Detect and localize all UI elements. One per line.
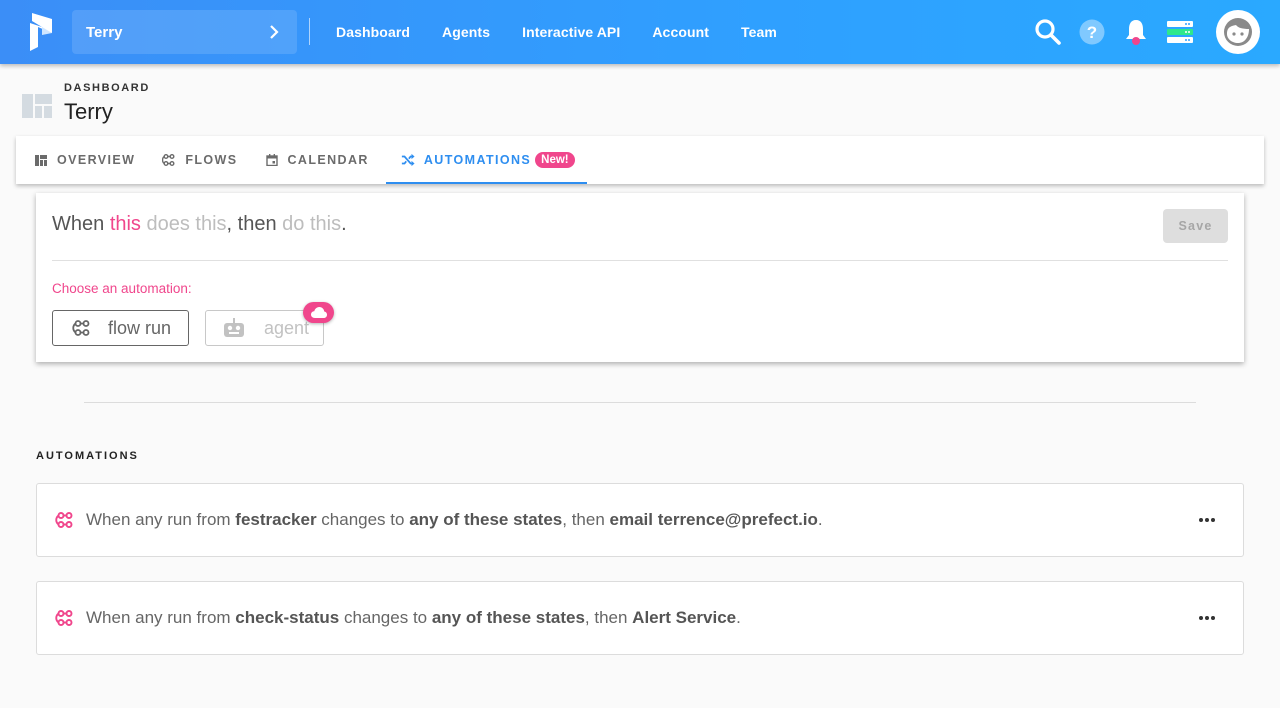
svg-text:?: ?	[1087, 23, 1097, 42]
tab-label: AUTOMATIONS	[423, 153, 532, 167]
states: any of these states	[431, 608, 585, 627]
robot-icon	[224, 318, 244, 337]
flow-icon	[72, 320, 90, 336]
dashboard-tabs: OVERVIEW FLOWS CALENDAR AUTOMATIONS New!	[16, 136, 1264, 184]
sentence-when: When	[52, 213, 110, 235]
text: , then	[562, 510, 610, 529]
search-icon	[1035, 19, 1061, 45]
new-badge: New!	[535, 152, 575, 168]
tab-flows[interactable]: FLOWS	[152, 136, 254, 184]
help-button[interactable]: ?	[1070, 10, 1114, 54]
sentence-period: .	[341, 213, 347, 235]
cloud-only-badge	[303, 302, 334, 323]
save-button[interactable]: Save	[1163, 209, 1228, 243]
tab-overview[interactable]: OVERVIEW	[24, 136, 152, 184]
breadcrumb: DASHBOARD	[64, 82, 150, 94]
notifications-button[interactable]	[1114, 10, 1158, 54]
action: Alert Service	[632, 608, 737, 627]
team-switcher[interactable]: Terry	[72, 10, 297, 54]
dashboard-icon	[22, 94, 52, 118]
sentence-then: , then	[226, 213, 283, 235]
option-label: flow run	[108, 317, 172, 338]
automation-builder-card: When this does this, then do this. Save …	[36, 193, 1244, 362]
team-name: Terry	[86, 23, 123, 41]
notifications-bell-icon	[1126, 20, 1146, 45]
action: email terrence@prefect.io	[609, 510, 818, 529]
sentence-action: do this	[282, 213, 342, 235]
flows-icon	[162, 153, 176, 167]
option-label: agent	[264, 317, 310, 338]
text: .	[736, 608, 741, 627]
nav-divider	[309, 18, 310, 45]
automation-description: When any run from check-status changes t…	[86, 608, 741, 628]
flow-name: check-status	[235, 608, 340, 627]
nav-interactive-api[interactable]: Interactive API	[506, 24, 636, 40]
top-app-bar: Terry Dashboard Agents Interactive API A…	[0, 0, 1280, 64]
help-icon: ?	[1079, 19, 1105, 45]
more-horizontal-icon	[1199, 616, 1215, 620]
more-options-button[interactable]	[1197, 608, 1217, 628]
more-horizontal-icon	[1199, 518, 1215, 522]
choose-automation-label: Choose an automation:	[52, 281, 192, 296]
calendar-icon	[265, 153, 279, 167]
server-status-icon	[1167, 21, 1193, 43]
tab-calendar[interactable]: CALENDAR	[255, 136, 386, 184]
sentence-subject[interactable]: this	[110, 213, 141, 235]
cloud-icon	[310, 307, 327, 318]
face-icon	[1224, 18, 1252, 46]
nav-team[interactable]: Team	[725, 24, 793, 40]
user-avatar[interactable]	[1216, 10, 1260, 54]
tab-label: FLOWS	[185, 153, 238, 167]
text: .	[817, 510, 823, 529]
automations-section-title: AUTOMATIONS	[36, 450, 139, 462]
automation-description: When any run from festracker changes to …	[86, 510, 823, 530]
nav-account[interactable]: Account	[636, 24, 725, 40]
more-options-button[interactable]	[1197, 510, 1217, 530]
flow-name: festracker	[235, 510, 317, 529]
tab-label: OVERVIEW	[57, 153, 136, 167]
server-status-button[interactable]	[1158, 10, 1202, 54]
nav-agents[interactable]: Agents	[426, 24, 506, 40]
chevron-right-icon	[270, 25, 279, 39]
builder-divider	[52, 260, 1228, 261]
sentence-condition: does this	[140, 213, 227, 235]
section-divider	[84, 402, 1196, 403]
page-title: Terry	[64, 99, 113, 124]
flow-run-option[interactable]: flow run	[52, 310, 189, 346]
text: When any run from	[86, 608, 236, 627]
flow-icon	[55, 610, 73, 626]
nav-dashboard[interactable]: Dashboard	[320, 24, 426, 40]
states: any of these states	[409, 510, 563, 529]
flow-icon	[55, 512, 73, 528]
search-button[interactable]	[1026, 10, 1070, 54]
overview-icon	[34, 153, 48, 167]
tab-automations[interactable]: AUTOMATIONS New!	[385, 136, 587, 184]
automation-item[interactable]: When any run from check-status changes t…	[36, 581, 1244, 655]
main-nav: Dashboard Agents Interactive API Account…	[320, 0, 793, 64]
automation-item[interactable]: When any run from festracker changes to …	[36, 483, 1244, 557]
text: , then	[584, 608, 633, 627]
text: changes to	[316, 510, 410, 529]
text: changes to	[339, 608, 432, 627]
automation-sentence: When this does this, then do this.	[52, 213, 347, 236]
shuffle-icon	[401, 153, 415, 167]
tab-label: CALENDAR	[287, 153, 369, 167]
text: When any run from	[86, 510, 236, 529]
prefect-logo[interactable]	[28, 13, 56, 51]
topbar-actions: ?	[1026, 0, 1280, 64]
